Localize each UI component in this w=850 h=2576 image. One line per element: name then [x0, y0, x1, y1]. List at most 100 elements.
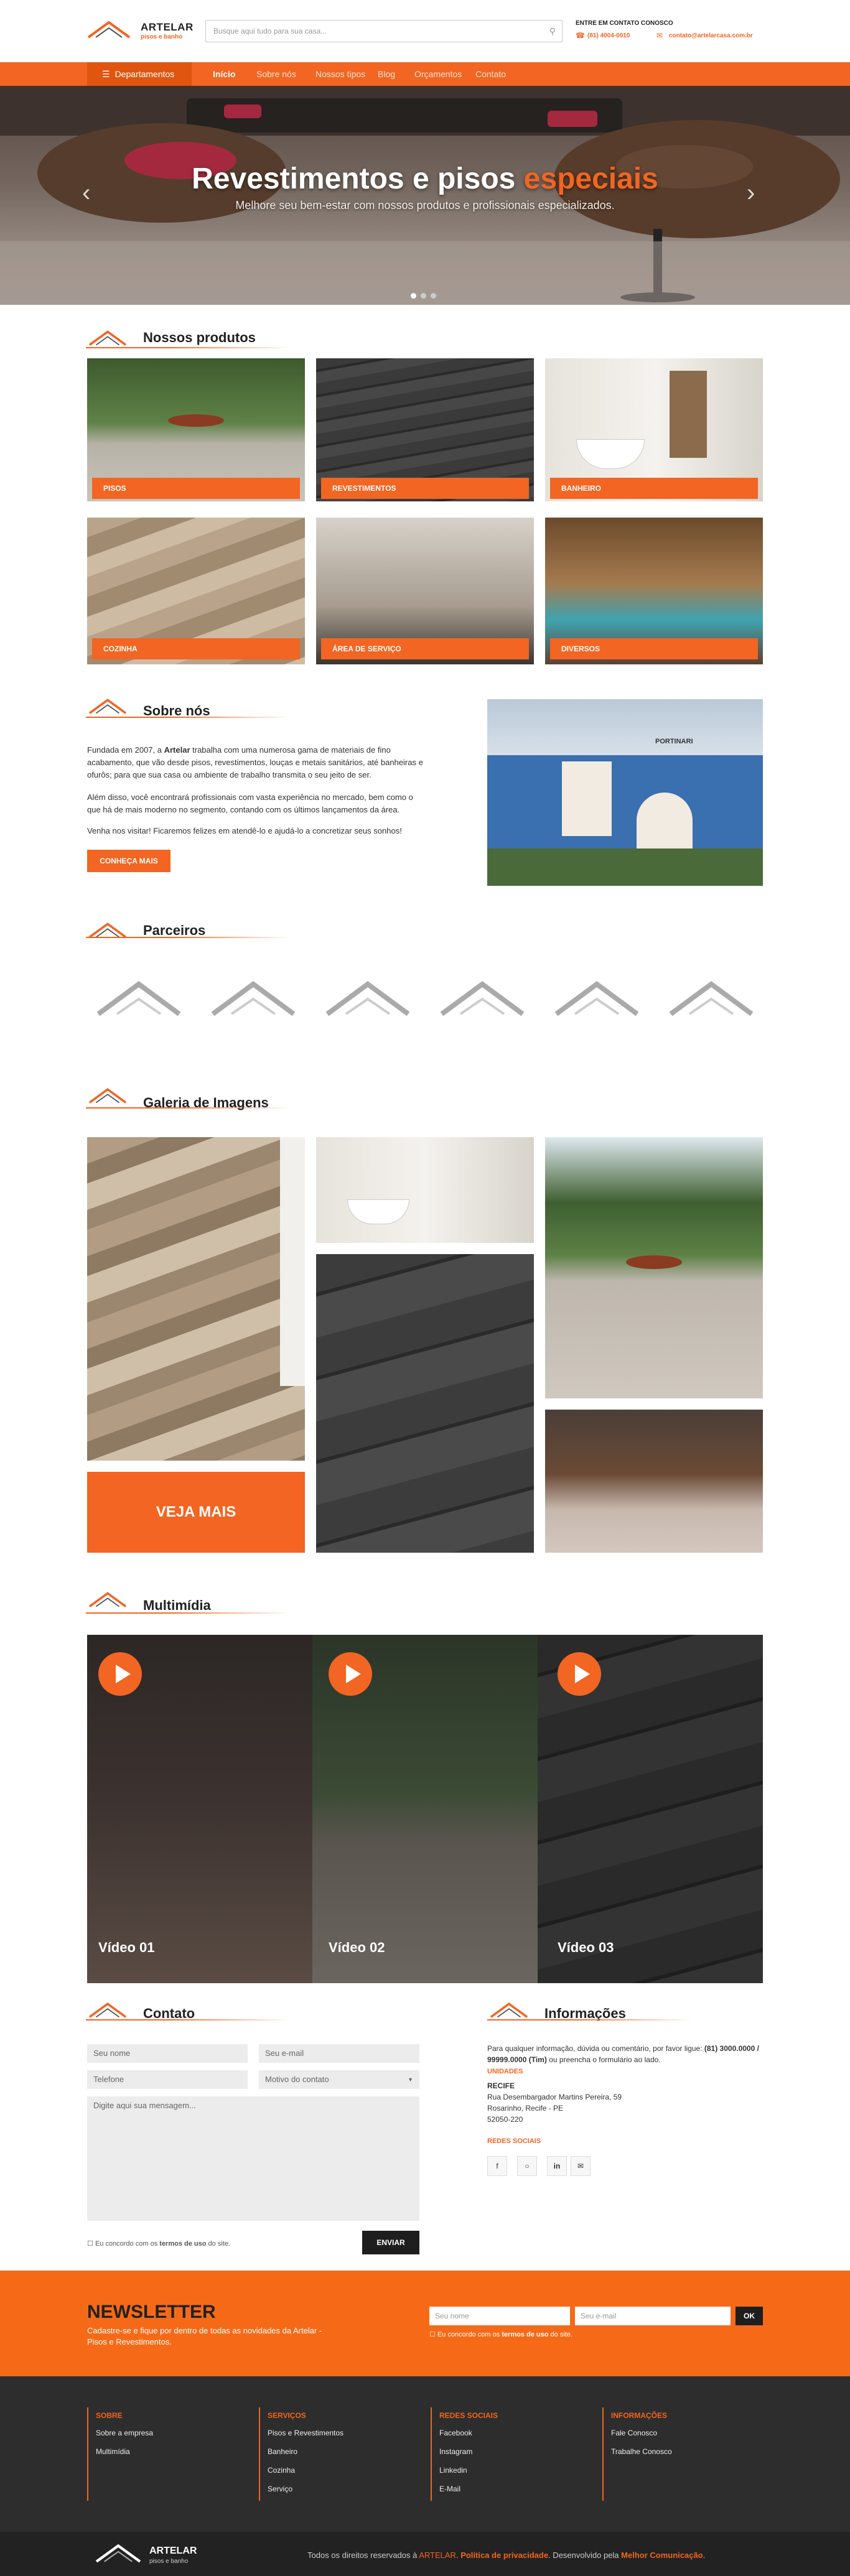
header-logo[interactable] [87, 19, 131, 43]
newsletter-ok-button[interactable]: OK [736, 2307, 763, 2325]
developer-link[interactable]: Melhor Comunicação [621, 2550, 703, 2560]
facebook-icon[interactable]: f [487, 2156, 507, 2176]
footer-link[interactable]: Multimídia [96, 2447, 130, 2456]
brand-name: ARTELAR [141, 21, 194, 33]
checkbox-icon[interactable]: ☐ [87, 2240, 93, 2248]
email-icon[interactable]: ✉ [571, 2156, 591, 2176]
newsletter-name-input[interactable]: Seu nome [429, 2307, 570, 2325]
footer-logo-icon[interactable] [93, 2542, 143, 2564]
slide-dot-3[interactable] [431, 293, 436, 299]
product-label[interactable]: ÁREA DE SERVIÇO [321, 638, 529, 659]
terms-text: Eu concordo com os [437, 2331, 502, 2338]
terms-link[interactable]: termos de uso [502, 2331, 548, 2338]
hero-prev-icon[interactable]: ‹ [82, 179, 90, 207]
partner-logo-icon[interactable] [321, 977, 414, 1026]
section-roof-icon [88, 2002, 127, 2018]
hero-banner: Revestimentos e pisos especiais Melhore … [0, 86, 850, 305]
product-label[interactable]: COZINHA [92, 638, 300, 659]
terms-text: do site. [206, 2240, 230, 2248]
nav-blog[interactable]: Blog [378, 62, 395, 86]
video-card-1[interactable]: Vídeo 01 [87, 1635, 312, 1983]
copyright-text: . Desenvolvido pela [548, 2550, 622, 2560]
play-icon[interactable] [98, 1652, 142, 1696]
reason-select[interactable]: Motivo do contato ▼ [259, 2070, 419, 2089]
footer-link[interactable]: Fale Conosco [611, 2429, 657, 2437]
checkbox-icon[interactable]: ☐ [429, 2331, 436, 2338]
unit-address: Rua Desembargador Martins Pereira, 59 [487, 2093, 622, 2101]
gallery-image[interactable] [87, 1137, 305, 1461]
footer-link[interactable]: Pisos e Revestimentos [268, 2429, 343, 2437]
partner-logo-icon[interactable] [207, 977, 300, 1026]
newsletter-title: NEWSLETTER [87, 2302, 216, 2322]
play-icon[interactable] [329, 1652, 372, 1696]
newsletter-text: Cadastre-se e fique por dentro de todas … [87, 2326, 322, 2346]
nav-orcamentos[interactable]: Orçamentos [414, 62, 462, 86]
footer-link[interactable]: Trabalhe Conosco [611, 2447, 672, 2456]
departments-button[interactable]: ☰ Departamentos [87, 62, 192, 86]
video-card-2[interactable]: Vídeo 02 [312, 1635, 538, 1983]
units-heading: UNIDADES [487, 2068, 523, 2075]
footer-brand-sub: pisos e banho [149, 2558, 189, 2565]
play-icon[interactable] [558, 1652, 601, 1696]
footer-link[interactable]: Facebook [439, 2429, 472, 2437]
privacy-link[interactable]: Política de privacidade [460, 2550, 548, 2560]
phone-input[interactable]: Telefone [87, 2070, 248, 2089]
slide-dot-2[interactable] [421, 293, 426, 299]
video-card-3[interactable]: Vídeo 03 [538, 1635, 763, 1983]
nav-sobre[interactable]: Sobre nós [256, 62, 296, 86]
nav-contato[interactable]: Contato [475, 62, 506, 86]
send-button[interactable]: ENVIAR [362, 2231, 419, 2254]
gallery-more-button[interactable]: VEJA MAIS [87, 1472, 305, 1553]
copyright-brand: ARTELAR [419, 2550, 456, 2560]
social-heading: REDES SOCIAIS [487, 2137, 541, 2145]
product-label[interactable]: REVESTIMENTOS [321, 478, 529, 499]
partner-logo-icon[interactable] [436, 977, 529, 1026]
partner-logo-icon[interactable] [550, 977, 643, 1026]
linkedin-icon[interactable]: in [547, 2156, 567, 2176]
departments-label: Departamentos [114, 69, 175, 79]
product-label[interactable]: BANHEIRO [550, 478, 758, 499]
footer-link[interactable]: Sobre a empresa [96, 2429, 153, 2437]
gallery-title: Galeria de Imagens [143, 1095, 269, 1110]
bowl-shape [168, 414, 224, 427]
hero-next-icon[interactable]: › [747, 179, 755, 207]
store-door [637, 793, 693, 849]
terms-link[interactable]: termos de uso [159, 2240, 206, 2248]
email-input[interactable]: Seu e-mail [259, 2044, 419, 2063]
gallery-image[interactable] [545, 1137, 763, 1398]
name-input[interactable]: Seu nome [87, 2044, 248, 2063]
slide-dot-1[interactable] [411, 293, 416, 299]
gallery-image[interactable] [545, 1410, 763, 1553]
footer-link[interactable]: E-Mail [439, 2485, 460, 2493]
header-email[interactable]: contato@artelarcasa.com.br [669, 32, 753, 39]
gallery-image[interactable] [316, 1137, 534, 1243]
search-icon[interactable]: ⚲ [549, 21, 556, 42]
partner-logo-icon[interactable] [92, 977, 185, 1026]
partner-logo-icon[interactable] [665, 977, 758, 1026]
footer-link[interactable]: Banheiro [268, 2447, 297, 2456]
video-title: Vídeo 01 [98, 1940, 155, 1955]
footer-heading: SOBRE [96, 2411, 123, 2420]
product-label[interactable]: PISOS [92, 478, 300, 499]
gallery-image[interactable] [316, 1254, 534, 1553]
footer-link[interactable]: Linkedin [439, 2466, 467, 2475]
phone-icon: ☎ [576, 31, 585, 40]
footer-link[interactable]: Instagram [439, 2447, 472, 2456]
message-textarea[interactable]: Digite aqui sua mensagem... [87, 2096, 419, 2221]
footer-heading: REDES SOCIAIS [439, 2411, 498, 2420]
about-more-button[interactable]: CONHEÇA MAIS [87, 850, 170, 872]
nav-inicio[interactable]: Início [213, 62, 236, 86]
search-input[interactable]: Busque aqui tudo para sua casa... ⚲ [205, 20, 563, 42]
footer-divider [602, 2407, 604, 2501]
newsletter-terms[interactable]: ☐ Eu concordo com os termos de uso do si… [429, 2330, 572, 2338]
title-underline [487, 2019, 693, 2020]
header-phone[interactable]: (81) 4004-0010 [587, 32, 630, 39]
product-label[interactable]: DIVERSOS [550, 638, 758, 659]
terms-checkbox[interactable]: ☐ Eu concordo com os termos de uso do si… [87, 2239, 230, 2248]
multimedia-title: Multimídia [143, 1597, 211, 1613]
nav-tipos[interactable]: Nossos tipos [315, 62, 365, 86]
instagram-icon[interactable]: ○ [517, 2156, 537, 2176]
footer-link[interactable]: Serviço [268, 2485, 292, 2493]
newsletter-email-input[interactable]: Seu e-mail [575, 2307, 731, 2325]
footer-link[interactable]: Cozinha [268, 2466, 295, 2475]
